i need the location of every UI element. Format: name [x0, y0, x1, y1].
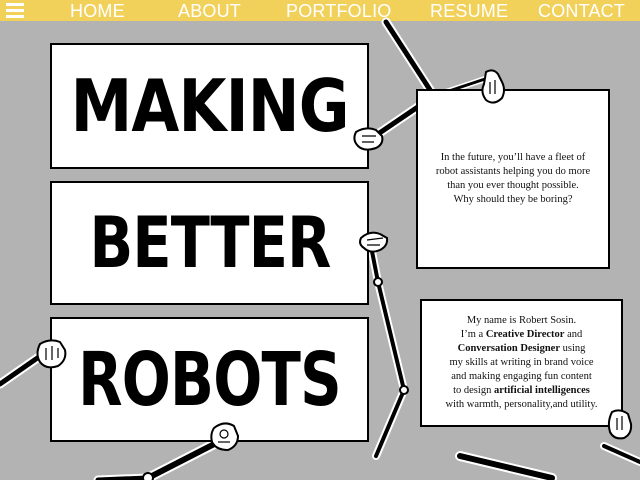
- cartoon-glove-hand-icon: [36, 339, 67, 369]
- intro-line: In the future, you’ll have a fleet of: [440, 152, 586, 163]
- bio-line: and making engaging fun content: [451, 371, 592, 382]
- headline-panel-making: MAKING: [50, 43, 369, 169]
- bio-line: My name is Robert Sosin.: [466, 315, 577, 326]
- bio-text: I’m a: [460, 329, 486, 340]
- headline-panel-better: BETTER: [50, 181, 369, 305]
- intro-line: than you ever thought possible.: [447, 180, 579, 191]
- cartoon-glove-hand-icon: [359, 231, 389, 253]
- bio-line: I’m a Creative Director and: [426, 328, 617, 342]
- headline-word-better: BETTER: [88, 202, 331, 284]
- bio-line: Conversation Designer using: [426, 342, 617, 356]
- bio-line: to design artificial intelligences: [426, 384, 617, 398]
- cartoon-glove-hand-icon: [353, 127, 384, 151]
- headline-word-making: MAKING: [70, 64, 349, 148]
- bio-text: and: [564, 329, 583, 340]
- intro-line: robot assistants helping you do more: [435, 166, 591, 177]
- bio-text-card: My name is Robert Sosin. I’m a Creative …: [420, 299, 623, 427]
- intro-line: Why should they be boring?: [453, 194, 573, 205]
- bio-line: my skills at writing in brand voice: [449, 357, 594, 368]
- cartoon-glove-hand-icon: [607, 409, 633, 440]
- bio-text: using: [559, 343, 586, 354]
- cartoon-glove-hand-icon: [210, 422, 240, 452]
- cartoon-glove-hand-icon: [481, 69, 505, 104]
- headline-word-robots: ROBOTS: [78, 336, 342, 423]
- bio-line: with warmth, personality,and utility.: [445, 399, 598, 410]
- intro-text-card: In the future, you’ll have a fleet of ro…: [416, 89, 610, 269]
- bio-role-creative-director: Creative Director: [485, 329, 565, 340]
- bio-role-conversation-designer: Conversation Designer: [457, 343, 560, 354]
- bio-artificial-intelligences: artificial intelligences: [493, 385, 590, 396]
- bio-text: to design: [453, 385, 494, 396]
